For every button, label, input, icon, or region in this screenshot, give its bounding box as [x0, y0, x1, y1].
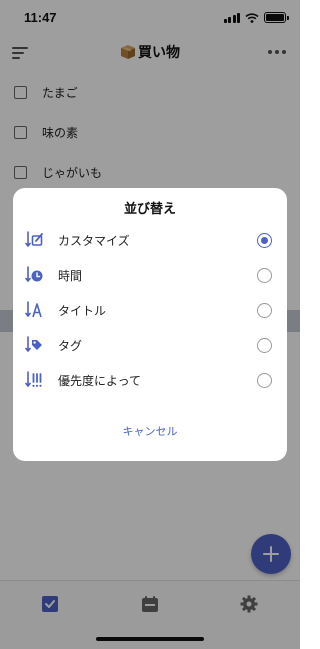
title-sort-icon	[25, 301, 42, 318]
sort-option-label: タイトル	[58, 304, 107, 318]
custom-sort-icon	[25, 231, 43, 248]
radio-unselected[interactable]	[257, 303, 272, 318]
radio-selected[interactable]	[257, 233, 272, 248]
sort-option-label: 優先度によって	[58, 374, 142, 388]
cancel-button[interactable]: キャンセル	[13, 423, 287, 439]
sort-dialog-title: 並び替え	[123, 202, 176, 217]
sort-option-priority[interactable]: 優先度によって	[13, 363, 287, 398]
tag-sort-icon	[25, 336, 42, 353]
sort-option-time[interactable]: 時間	[13, 258, 287, 293]
radio-unselected[interactable]	[257, 373, 272, 388]
sort-option-label: カスタマイズ	[58, 234, 130, 248]
sort-dialog: 並び替え カスタマイズ 時間 タイトル タグ 優先度によって キャンセル	[13, 188, 287, 461]
sort-option-tag[interactable]: タグ	[13, 328, 287, 363]
sort-option-label: 時間	[58, 269, 83, 283]
radio-unselected[interactable]	[257, 268, 272, 283]
clock-sort-icon	[25, 266, 43, 283]
sort-option-label: タグ	[58, 339, 83, 353]
radio-unselected[interactable]	[257, 338, 272, 353]
sort-option-title[interactable]: タイトル	[13, 293, 287, 328]
sort-option-custom[interactable]: カスタマイズ	[13, 223, 287, 258]
priority-sort-icon	[25, 371, 42, 388]
